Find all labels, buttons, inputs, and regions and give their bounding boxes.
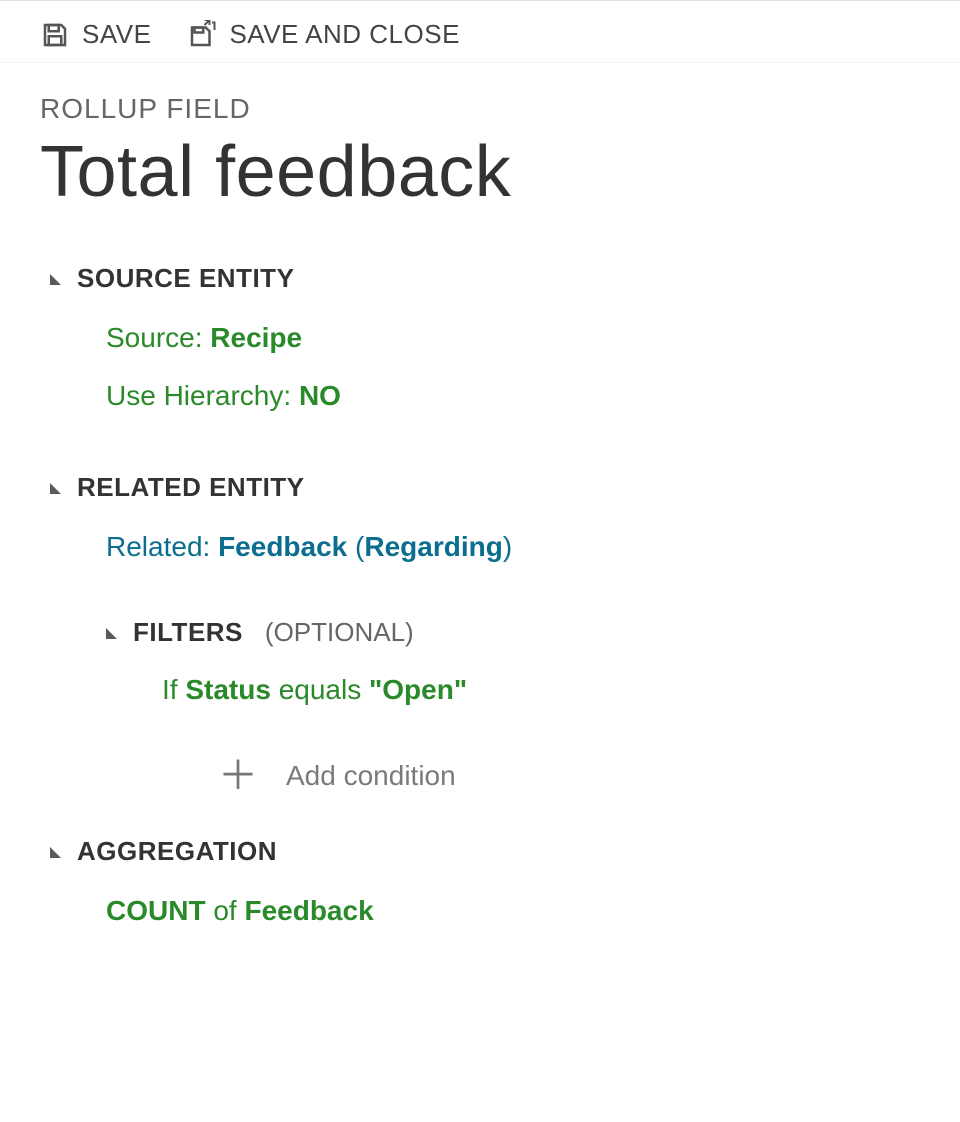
caret-icon [106,628,117,639]
source-row[interactable]: Source: Recipe [50,316,910,374]
caret-icon [50,483,61,494]
filter-value: "Open" [369,674,467,705]
save-label: SAVE [82,19,151,50]
aggregation-row[interactable]: COUNT of Feedback [50,889,910,947]
toolbar: SAVE SAVE AND CLOSE [0,0,960,63]
hierarchy-label: Use Hierarchy: [106,380,299,411]
filter-field: Status [185,674,271,705]
section-toggle-filters[interactable]: FILTERS (OPTIONAL) [106,617,910,648]
caret-icon [50,274,61,285]
save-close-icon [187,20,217,50]
agg-of: of [206,895,245,926]
section-related-entity: RELATED ENTITY Related: Feedback (Regard… [50,472,910,796]
hierarchy-value: NO [299,380,341,411]
agg-target: Feedback [244,895,373,926]
save-and-close-label: SAVE AND CLOSE [229,19,460,50]
save-icon [40,20,70,50]
rollup-editor: SOURCE ENTITY Source: Recipe Use Hierarc… [0,223,960,1007]
section-toggle-aggregation[interactable]: AGGREGATION [50,836,910,867]
related-value: Feedback [218,531,347,562]
caret-icon [50,847,61,858]
related-row[interactable]: Related: Feedback (Regarding) [50,525,910,583]
source-label: Source: [106,322,210,353]
if-label: If [162,674,185,705]
related-via: Regarding [364,531,502,562]
page-header: ROLLUP FIELD Total feedback [0,63,960,223]
save-and-close-button[interactable]: SAVE AND CLOSE [187,19,460,50]
subsection-filters: FILTERS (OPTIONAL) If Status equals "Ope… [106,617,910,796]
section-toggle-related[interactable]: RELATED ENTITY [50,472,910,503]
save-button[interactable]: SAVE [40,19,151,50]
filter-op: equals [271,674,369,705]
source-value: Recipe [210,322,302,353]
add-condition-button[interactable]: ＋ Add condition [218,756,910,796]
related-paren-open: ( [347,531,364,562]
filter-condition-row[interactable]: If Status equals "Open" [106,668,910,726]
related-paren-close: ) [503,531,512,562]
page-title: Total feedback [40,131,920,213]
plus-icon: ＋ [218,756,258,796]
filters-optional: (OPTIONAL) [265,617,414,648]
use-hierarchy-row[interactable]: Use Hierarchy: NO [50,374,910,432]
section-heading: SOURCE ENTITY [77,263,294,294]
section-aggregation: AGGREGATION COUNT of Feedback [50,836,910,947]
add-condition-label: Add condition [286,760,456,792]
section-heading: RELATED ENTITY [77,472,305,503]
section-toggle-source[interactable]: SOURCE ENTITY [50,263,910,294]
related-label: Related: [106,531,218,562]
breadcrumb: ROLLUP FIELD [40,93,920,125]
section-source-entity: SOURCE ENTITY Source: Recipe Use Hierarc… [50,263,910,432]
filters-heading: FILTERS [133,617,243,648]
section-heading: AGGREGATION [77,836,277,867]
agg-func: COUNT [106,895,206,926]
